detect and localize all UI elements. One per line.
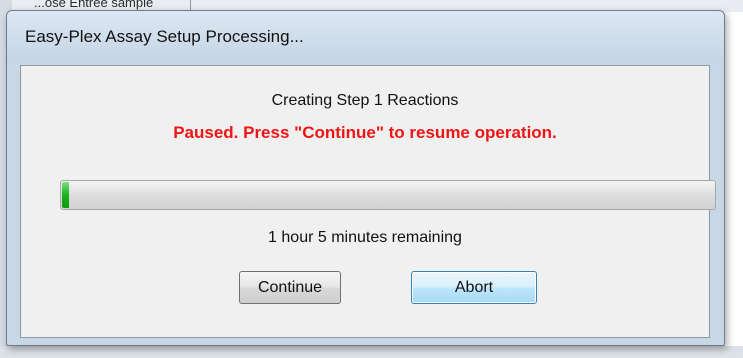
background-window-bottom	[0, 346, 743, 358]
dialog-title-bar[interactable]: Easy-Plex Assay Setup Processing...	[7, 11, 724, 63]
continue-button[interactable]: Continue	[239, 271, 341, 304]
abort-button[interactable]: Abort	[411, 271, 537, 304]
progress-bar	[60, 180, 716, 210]
paused-message: Paused. Press "Continue" to resume opera…	[173, 123, 557, 142]
time-remaining-text: 1 hour 5 minutes remaining	[268, 229, 462, 246]
background-window-text: ...ose Entrée sample	[34, 0, 154, 10]
progress-bar-fill	[62, 182, 69, 208]
dialog-content: Creating Step 1 Reactions Paused. Press …	[20, 65, 716, 338]
dialog-title: Easy-Plex Assay Setup Processing...	[25, 27, 304, 46]
processing-dialog: Easy-Plex Assay Setup Processing... Crea…	[6, 10, 725, 346]
background-divider	[190, 0, 191, 10]
status-text: Creating Step 1 Reactions	[271, 92, 459, 109]
